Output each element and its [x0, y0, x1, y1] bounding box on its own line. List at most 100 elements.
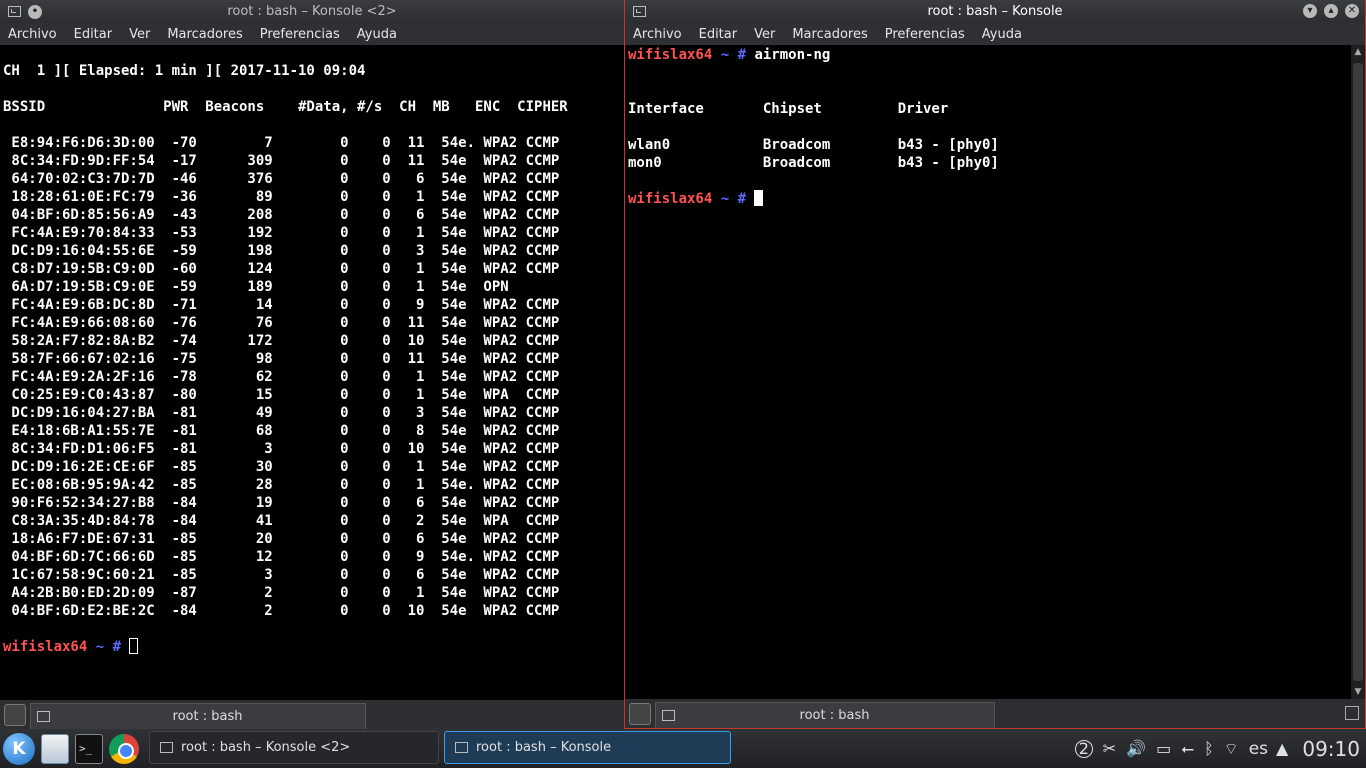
tabbar-left: root : bash	[0, 700, 624, 729]
menu-marcadores[interactable]: Marcadores	[167, 27, 242, 42]
wifi-icon[interactable]: ⌔	[1224, 739, 1239, 759]
task-konsole[interactable]: root : bash – Konsole	[444, 731, 731, 764]
menu-ayuda[interactable]: Ayuda	[357, 27, 397, 42]
airodump-row: 8C:34:FD:D1:06:F5 -81 3 0 0 10 54e WPA2 …	[3, 441, 585, 457]
menu-archivo[interactable]: Archivo	[633, 27, 682, 42]
airodump-row: FC:4A:E9:66:08:60 -76 76 0 0 11 54e WPA2…	[3, 315, 585, 331]
bluetooth-icon[interactable]: ᛒ	[1204, 739, 1214, 758]
usb-icon[interactable]: ⭠	[1181, 739, 1194, 759]
window-options-button[interactable]: •	[28, 4, 42, 19]
airodump-row: C8:3A:35:4D:84:78 -84 41 0 0 2 54e WPA C…	[3, 513, 585, 529]
clock[interactable]: 09:10	[1302, 737, 1360, 761]
menubar-right: Archivo Editar Ver Marcadores Preferenci…	[625, 23, 1365, 45]
airodump-row: C0:25:E9:C0:43:87 -80 15 0 0 1 54e WPA C…	[3, 387, 585, 403]
tabbar-right: root : bash	[625, 699, 1365, 728]
text-cursor	[754, 190, 764, 206]
tab-label: root : bash	[799, 708, 870, 723]
display-icon[interactable]: ▭	[1156, 739, 1171, 758]
airodump-row: 6A:D7:19:5B:C9:0E -59 189 0 0 1 54e OPN	[3, 279, 585, 295]
menu-preferencias[interactable]: Preferencias	[260, 27, 340, 42]
prompt-host: wifislax64	[628, 47, 713, 63]
terminal-output-right[interactable]: wifislax64 ~ # airmon-ng Interface Chips…	[625, 45, 1351, 699]
maximize-button[interactable]: ▴	[1324, 4, 1338, 18]
new-tab-button[interactable]	[629, 703, 651, 725]
menu-ayuda[interactable]: Ayuda	[982, 27, 1022, 42]
airodump-row: EC:08:6B:95:9A:42 -85 28 0 0 1 54e. WPA2…	[3, 477, 585, 493]
scroll-down-icon[interactable]: ▼	[1351, 685, 1365, 699]
airodump-row: DC:D9:16:04:55:6E -59 198 0 0 3 54e WPA2…	[3, 243, 585, 259]
titlebar-left[interactable]: • root : bash – Konsole <2>	[0, 0, 624, 23]
airodump-row: E8:94:F6:D6:3D:00 -70 7 0 0 11 54e. WPA2…	[3, 135, 585, 151]
window-title: root : bash – Konsole	[927, 4, 1063, 19]
tab-root-bash[interactable]: root : bash	[30, 703, 366, 729]
menu-editar[interactable]: Editar	[74, 27, 113, 42]
airodump-row: FC:4A:E9:2A:2F:16 -78 62 0 0 1 54e WPA2 …	[3, 369, 585, 385]
prompt-symbol: ~ #	[712, 191, 755, 207]
airodump-row: 90:F6:52:34:27:B8 -84 19 0 0 6 54e WPA2 …	[3, 495, 585, 511]
command-line: wifislax64 ~ # airmon-ng	[628, 46, 1351, 64]
airodump-row: FC:4A:E9:70:84:33 -53 192 0 0 1 54e WPA2…	[3, 225, 585, 241]
airodump-row: A4:2B:B0:ED:2D:09 -87 2 0 0 1 54e WPA2 C…	[3, 585, 585, 601]
minimize-button[interactable]: ▾	[1303, 4, 1317, 18]
terminal-launcher-icon[interactable]: >_	[75, 733, 103, 764]
terminal-output-left[interactable]: CH 1 ][ Elapsed: 1 min ][ 2017-11-10 09:…	[0, 45, 624, 700]
airodump-row: 1C:67:58:9C:60:21 -85 3 0 0 6 54e WPA2 C…	[3, 567, 585, 583]
notifications-badge[interactable]: 2	[1074, 739, 1093, 758]
terminal-icon	[662, 710, 675, 721]
airodump-row: DC:D9:16:04:27:BA -81 49 0 0 3 54e WPA2 …	[3, 405, 585, 421]
airodump-row: 04:BF:6D:7C:66:6D -85 12 0 0 9 54e. WPA2…	[3, 549, 585, 565]
menubar-left: Archivo Editar Ver Marcadores Preferenci…	[0, 23, 624, 45]
konsole-window-left[interactable]: • root : bash – Konsole <2> Archivo Edit…	[0, 0, 624, 729]
keyboard-language[interactable]: es	[1249, 739, 1268, 759]
scrollbar-thumb[interactable]	[1353, 63, 1363, 681]
file-manager-icon[interactable]	[41, 733, 69, 764]
tab-label: root : bash	[172, 709, 243, 724]
kde-menu-icon[interactable]: K	[3, 732, 35, 765]
menu-marcadores[interactable]: Marcadores	[792, 27, 867, 42]
scissors-icon[interactable]: ✂	[1103, 739, 1116, 758]
scroll-up-icon[interactable]: ▲	[1351, 45, 1365, 59]
text-cursor	[129, 638, 139, 654]
chrome-icon[interactable]	[109, 733, 139, 764]
tray-expand-icon[interactable]: ▲	[1276, 739, 1288, 758]
taskbar: K >_ root : bash – Konsole <2> root : ba…	[0, 729, 1366, 768]
new-tab-button[interactable]	[4, 704, 26, 726]
menu-ver[interactable]: Ver	[754, 27, 775, 42]
volume-icon[interactable]: 🔊	[1126, 739, 1146, 758]
airodump-row: E4:18:6B:A1:55:7E -81 68 0 0 8 54e WPA2 …	[3, 423, 585, 439]
terminal-icon	[160, 742, 173, 753]
vertical-scrollbar[interactable]: ▲ ▼	[1351, 45, 1365, 699]
task-konsole-2[interactable]: root : bash – Konsole <2>	[149, 731, 439, 764]
prompt-line-left: wifislax64 ~ #	[3, 638, 624, 656]
terminal-icon	[37, 711, 50, 722]
airodump-row: 58:2A:F7:82:8A:B2 -74 172 0 0 10 54e WPA…	[3, 333, 585, 349]
menu-preferencias[interactable]: Preferencias	[885, 27, 965, 42]
airodump-row: FC:4A:E9:6B:DC:8D -71 14 0 0 9 54e WPA2 …	[3, 297, 585, 313]
command-text: airmon-ng	[754, 47, 831, 63]
menu-archivo[interactable]: Archivo	[8, 27, 57, 42]
airmon-row-mon0: mon0 Broadcom b43 - [phy0]	[628, 155, 999, 171]
window-title: root : bash – Konsole <2>	[227, 4, 397, 19]
window-menu-icon[interactable]	[8, 6, 21, 17]
close-button[interactable]: ✕	[1345, 4, 1359, 18]
airodump-row: C8:D7:19:5B:C9:0D -60 124 0 0 1 54e WPA2…	[3, 261, 585, 277]
titlebar-right[interactable]: root : bash – Konsole ▾ ▴ ✕	[625, 0, 1365, 23]
airodump-row: 8C:34:FD:9D:FF:54 -17 309 0 0 11 54e WPA…	[3, 153, 585, 169]
menu-ver[interactable]: Ver	[129, 27, 150, 42]
window-menu-icon[interactable]	[633, 6, 646, 17]
prompt-host: wifislax64	[3, 639, 88, 655]
airodump-row: 04:BF:6D:E2:BE:2C -84 2 0 0 10 54e WPA2 …	[3, 603, 585, 619]
close-tab-icon[interactable]	[1345, 706, 1359, 720]
prompt-symbol: ~ #	[87, 639, 130, 655]
airodump-status-line: CH 1 ][ Elapsed: 1 min ][ 2017-11-10 09:…	[3, 63, 366, 79]
airmon-row-wlan0: wlan0 Broadcom b43 - [phy0]	[628, 137, 999, 153]
konsole-window-right[interactable]: root : bash – Konsole ▾ ▴ ✕ Archivo Edit…	[624, 0, 1366, 729]
airodump-row: 18:A6:F7:DE:67:31 -85 20 0 0 6 54e WPA2 …	[3, 531, 585, 547]
terminal-icon	[455, 742, 468, 753]
airmon-header: Interface Chipset Driver	[628, 101, 949, 117]
tab-root-bash[interactable]: root : bash	[655, 702, 995, 728]
menu-editar[interactable]: Editar	[699, 27, 738, 42]
airodump-row: 18:28:61:0E:FC:79 -36 89 0 0 1 54e WPA2 …	[3, 189, 585, 205]
prompt-line-right: wifislax64 ~ #	[628, 190, 1351, 208]
airodump-row: 58:7F:66:67:02:16 -75 98 0 0 11 54e WPA2…	[3, 351, 585, 367]
